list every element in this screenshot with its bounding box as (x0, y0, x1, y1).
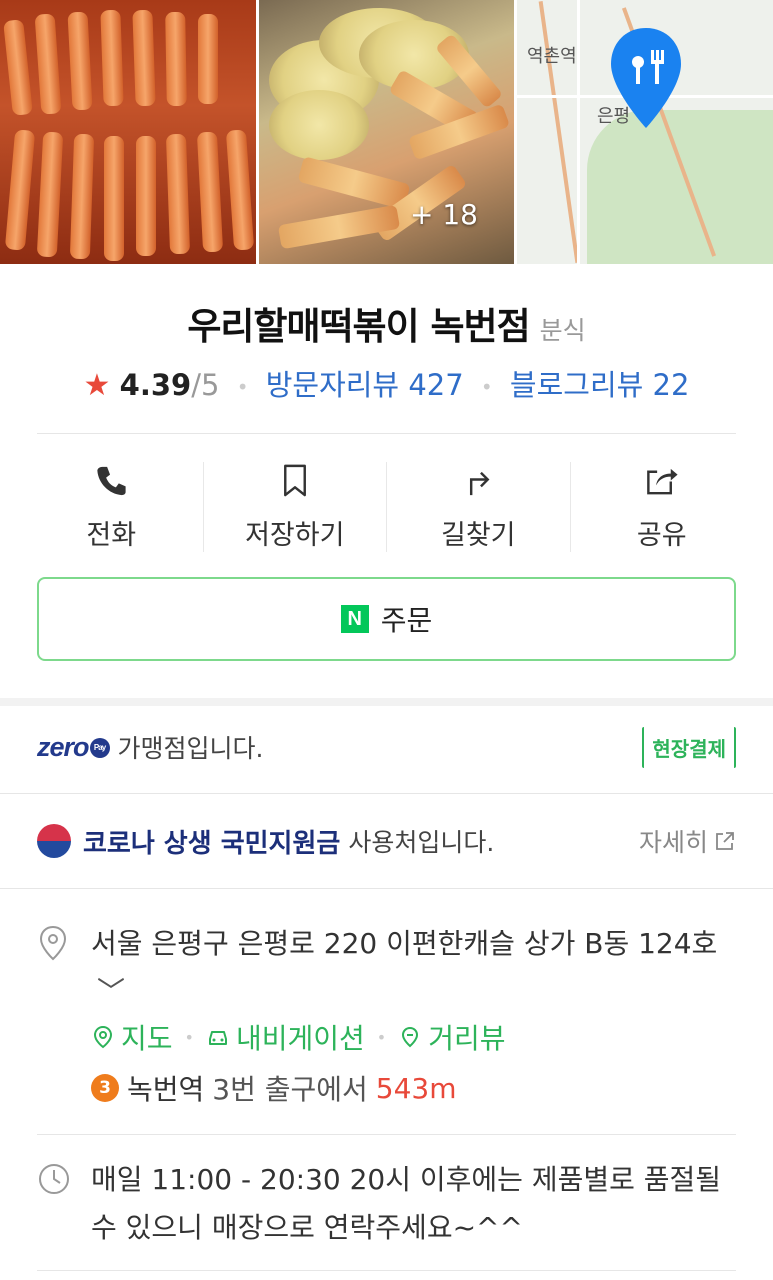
rating-score: 4.39 (119, 368, 192, 402)
pay-circle-icon: Pay (89, 738, 110, 759)
divider (37, 433, 736, 434)
divider (0, 888, 773, 889)
restaurant-pin-icon (611, 28, 681, 128)
photo-tteokbokki[interactable] (0, 0, 256, 264)
navigation-link-label: 내비게이션 (235, 1022, 365, 1055)
chevron-down-icon[interactable]: ﹀ (97, 968, 125, 1016)
business-hours[interactable]: 매일 11:00 - 20:30 20시 이후에는 제품별로 품절될 수 있으니… (91, 1156, 741, 1252)
blog-reviews-link[interactable]: 블로그리뷰 22 (510, 368, 690, 402)
subway-info: 3 녹번역 3번 출구에서 543m (91, 1066, 457, 1110)
photo-more-count[interactable]: + 18 (410, 198, 478, 231)
corona-support-text: 사용처입니다. (348, 828, 495, 857)
save-label: 저장하기 (245, 520, 345, 551)
navigation-link[interactable]: 내비게이션 (206, 1017, 365, 1057)
section-divider (0, 698, 773, 706)
star-icon: ★ (83, 368, 111, 403)
zeropay-text: 가맹점입니다. (117, 734, 264, 763)
address-text[interactable]: 서울 은평구 은평로 220 이편한캐슬 상가 B동 124호 ﹀ (91, 920, 741, 1016)
directions-icon (470, 471, 490, 496)
bookmark-icon (283, 464, 306, 497)
car-icon (208, 1031, 227, 1045)
station-distance: 543m (375, 1071, 457, 1105)
call-label: 전화 (86, 520, 137, 551)
corona-support-title: 코로나 상생 국민지원금 (83, 828, 341, 859)
directions-button[interactable]: 길찾기 (386, 462, 570, 552)
location-links: 지도 • 내비게이션 • 거리뷰 (91, 1015, 506, 1059)
divider (37, 1270, 736, 1271)
shop-category: 분식 (539, 316, 586, 345)
taegeuk-icon (37, 824, 71, 858)
photo-strip[interactable]: + 18 역촌역 은평 (0, 0, 773, 264)
photo-twigim[interactable]: + 18 (259, 0, 514, 264)
external-link-icon (716, 832, 734, 850)
divider (37, 1134, 736, 1135)
address-value: 서울 은평구 은평로 220 이편한캐슬 상가 B동 124호 (91, 927, 718, 960)
share-label: 공유 (636, 520, 687, 551)
map-label-station: 역촌역 (527, 46, 577, 67)
subway-line-badge: 3 (91, 1074, 119, 1102)
map-thumbnail[interactable]: 역촌역 은평 (517, 0, 773, 264)
map-link-label: 지도 (121, 1022, 173, 1055)
save-button[interactable]: 저장하기 (202, 462, 387, 552)
phone-icon (97, 466, 126, 496)
streetview-link-label: 거리뷰 (428, 1022, 506, 1055)
location-pin-icon (39, 925, 67, 961)
naver-n-icon: N (340, 605, 369, 633)
rating-row: ★ 4.39/5 • 방문자리뷰 427 • 블로그리뷰 22 (83, 368, 690, 403)
streetview-icon (402, 1026, 419, 1048)
detail-label: 자세히 (638, 828, 708, 857)
order-button[interactable]: N 주문 (37, 577, 736, 661)
corona-support-row: 코로나 상생 국민지원금 사용처입니다. 자세히 (37, 815, 736, 867)
map-pin-icon (93, 1025, 113, 1049)
shop-name: 우리할매떡볶이 녹번점 (187, 305, 530, 348)
divider (0, 793, 773, 794)
clock-icon (39, 1164, 69, 1194)
directions-label: 길찾기 (440, 520, 516, 551)
station-name: 녹번역 (127, 1073, 205, 1106)
visitor-reviews-link[interactable]: 방문자리뷰 427 (266, 368, 464, 402)
onsite-payment-badge: 현장결제 (642, 726, 736, 768)
action-bar: 전화 저장하기 길찾기 공유 (20, 462, 753, 552)
call-button[interactable]: 전화 (20, 462, 203, 552)
order-label: 주문 (380, 604, 433, 637)
streetview-link[interactable]: 거리뷰 (398, 1017, 506, 1057)
zeropay-logo: zero Pay (37, 732, 110, 763)
map-link[interactable]: 지도 (91, 1017, 173, 1057)
share-icon (646, 468, 678, 495)
zeropay-row: zero Pay 가맹점입니다. 현장결제 (37, 720, 736, 774)
share-button[interactable]: 공유 (569, 462, 754, 552)
title-row: 우리할매떡볶이 녹번점 분식 (0, 296, 773, 350)
rating-max: /5 (191, 368, 220, 402)
detail-link[interactable]: 자세히 (639, 823, 736, 859)
station-exit: 3번 출구에서 (212, 1073, 368, 1106)
